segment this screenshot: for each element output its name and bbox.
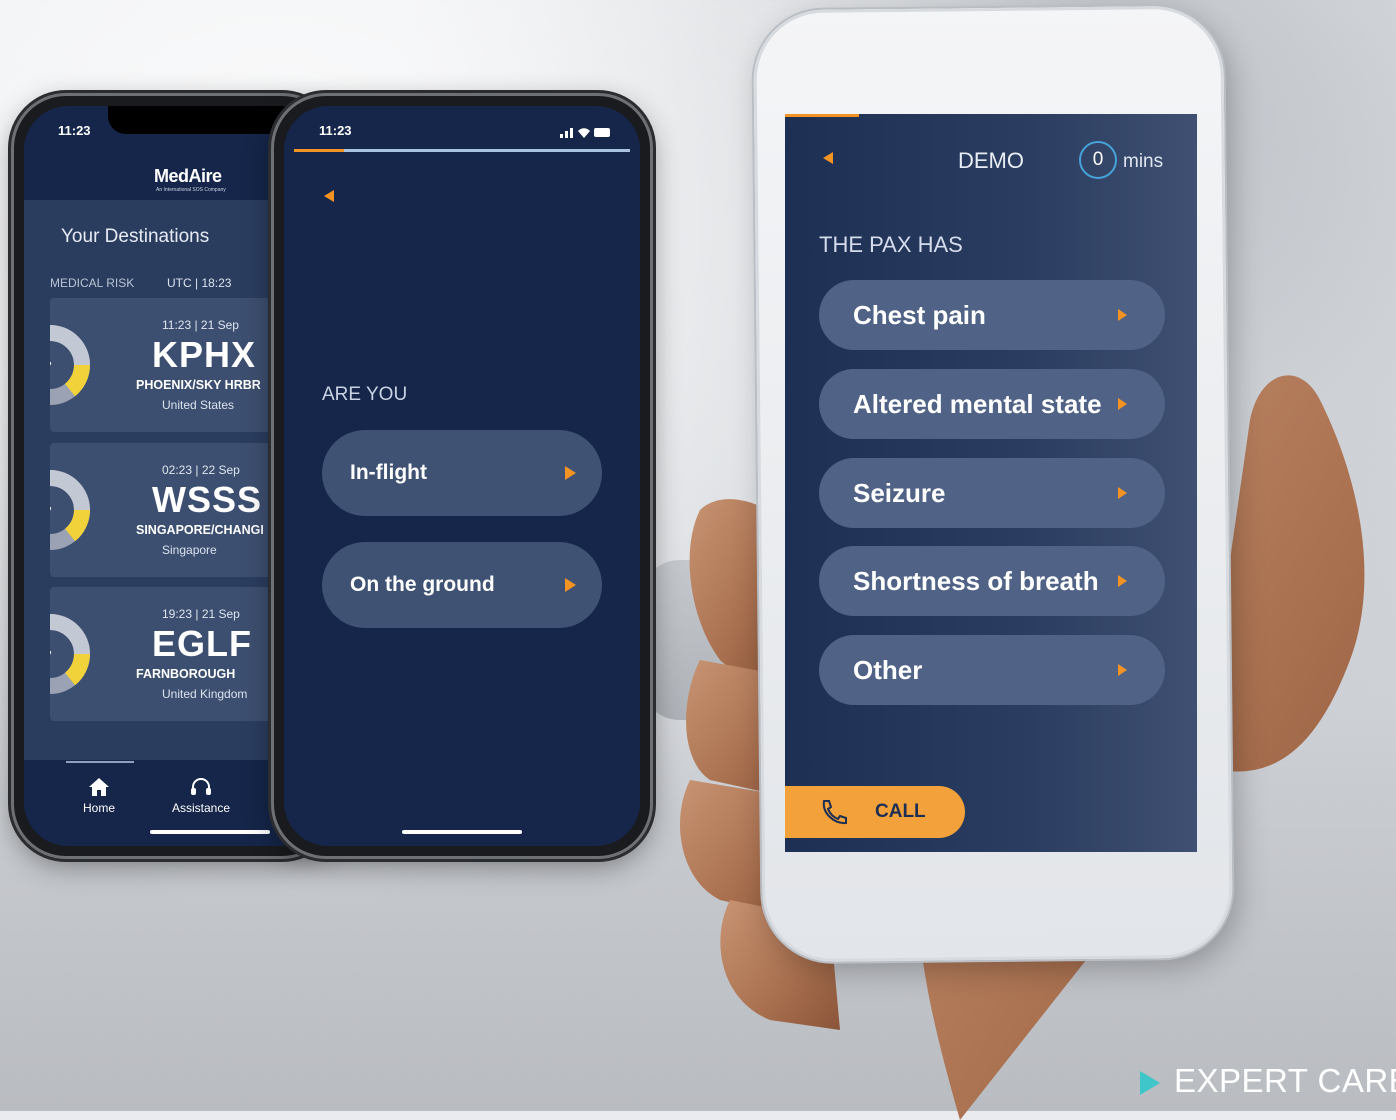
option-label: Seizure xyxy=(853,478,946,508)
timer-value: 0 xyxy=(1079,141,1117,179)
headset-icon xyxy=(191,778,211,795)
destination-time: 02:23 | 22 Sep xyxy=(162,463,240,477)
risk-donut-icon: ♥ xyxy=(50,470,91,550)
option-other[interactable]: Other xyxy=(819,635,1165,705)
option-in-flight[interactable]: In-flight xyxy=(322,430,602,516)
play-icon xyxy=(1140,1071,1160,1096)
svg-text:♥: ♥ xyxy=(50,646,52,661)
phone-icon xyxy=(822,800,847,825)
tab-home[interactable]: Home xyxy=(54,776,144,815)
risk-donut-icon: ♥ xyxy=(50,325,91,405)
destination-country: Singapore xyxy=(162,543,217,557)
destination-card[interactable]: ♥ 19:23 | 21 Sep EGLF FARNBOROUGH United… xyxy=(50,587,310,721)
destination-country: United Kingdom xyxy=(162,687,248,701)
logo-subtitle: An International SOS Company xyxy=(156,187,226,193)
option-label: Other xyxy=(853,655,923,685)
question-label: THE PAX HAS xyxy=(819,232,963,257)
tab-active-indicator xyxy=(66,761,134,763)
home-indicator xyxy=(150,830,270,834)
chevron-right-icon xyxy=(565,466,576,480)
back-arrow-icon[interactable] xyxy=(324,190,334,202)
status-icons xyxy=(560,128,610,138)
chevron-right-icon xyxy=(1118,398,1127,410)
svg-text:♥: ♥ xyxy=(50,502,52,517)
tab-home-label: Home xyxy=(82,801,115,815)
risk-donut-icon: ♥ xyxy=(50,614,91,694)
destinations-title: Your Destinations xyxy=(61,226,210,247)
option-shortness-of-breath[interactable]: Shortness of breath xyxy=(819,546,1165,616)
option-label: On the ground xyxy=(350,573,495,596)
call-label: CALL xyxy=(875,801,926,822)
screen-title: DEMO xyxy=(958,148,1024,173)
tagline: EXPERT CARE. xyxy=(1140,1062,1396,1100)
tab-assistance[interactable]: Assistance xyxy=(156,776,246,815)
tagline-text: EXPERT CARE. xyxy=(1174,1062,1396,1099)
destination-time: 11:23 | 21 Sep xyxy=(162,318,239,332)
destination-time: 19:23 | 21 Sep xyxy=(162,607,240,621)
destination-name: FARNBOROUGH xyxy=(136,667,236,681)
option-label: Shortness of breath xyxy=(853,566,1099,596)
medaire-logo: MedAire xyxy=(154,166,222,186)
progress-bar xyxy=(294,149,630,152)
destination-code: KPHX xyxy=(152,334,257,375)
phone-location-question: 11:23 ARE YOU In-flight On the ground xyxy=(274,96,650,856)
chevron-right-icon xyxy=(1118,309,1127,321)
svg-text:♥: ♥ xyxy=(50,357,52,372)
destination-name: SINGAPORE/CHANGI xyxy=(136,523,264,537)
progress-fill xyxy=(294,149,345,152)
chevron-right-icon xyxy=(1118,575,1127,587)
option-altered-mental-state[interactable]: Altered mental state xyxy=(819,369,1165,439)
option-seizure[interactable]: Seizure xyxy=(819,458,1165,528)
phone-symptom-screen: DEMO 0 mins THE PAX HAS Chest pain Alter… xyxy=(785,114,1197,852)
option-label: Altered mental state xyxy=(853,389,1102,419)
option-on-the-ground[interactable]: On the ground xyxy=(322,542,602,628)
destination-code: WSSS xyxy=(152,479,263,520)
destination-country: United States xyxy=(162,398,235,412)
chevron-right-icon xyxy=(565,578,576,592)
destination-code: EGLF xyxy=(152,623,252,664)
status-time: 11:23 xyxy=(319,123,352,138)
tab-assistance-label: Assistance xyxy=(171,801,231,815)
call-button[interactable]: CALL xyxy=(785,786,965,838)
phone-location-screen: 11:23 ARE YOU In-flight On the ground xyxy=(284,106,640,846)
option-label: In-flight xyxy=(350,461,427,484)
progress-fill xyxy=(785,114,860,117)
back-arrow-icon[interactable] xyxy=(823,152,833,164)
timer-unit: mins xyxy=(1123,151,1164,172)
question-label: ARE YOU xyxy=(322,384,408,405)
destination-card[interactable]: ♥ 02:23 | 22 Sep WSSS SINGAPORE/CHANGI S… xyxy=(50,443,310,577)
option-chest-pain[interactable]: Chest pain xyxy=(819,280,1165,350)
home-icon xyxy=(89,778,109,796)
chevron-right-icon xyxy=(1118,664,1127,676)
home-indicator xyxy=(402,830,522,834)
medical-risk-label: MEDICAL RISK xyxy=(50,276,135,290)
status-time: 11:23 xyxy=(58,123,91,138)
option-label: Chest pain xyxy=(853,300,986,330)
utc-label: UTC | 18:23 xyxy=(167,276,232,290)
destination-card[interactable]: ♥ 11:23 | 21 Sep KPHX PHOENIX/SKY HRBR U… xyxy=(50,298,310,432)
destination-name: PHOENIX/SKY HRBR xyxy=(136,378,261,392)
chevron-right-icon xyxy=(1118,487,1127,499)
